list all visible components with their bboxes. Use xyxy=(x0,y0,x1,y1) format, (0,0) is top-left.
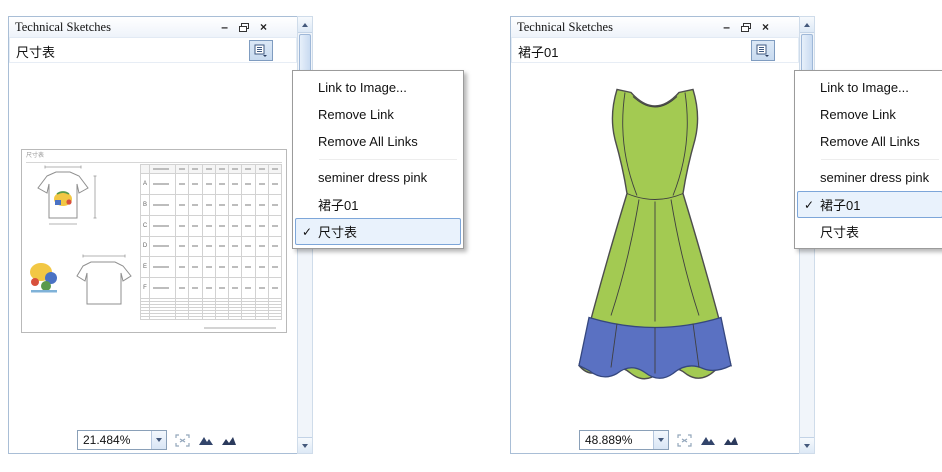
scroll-up-button[interactable] xyxy=(800,17,814,33)
scroll-down-button[interactable] xyxy=(800,437,814,453)
document-row: 尺寸表 xyxy=(9,38,297,63)
scroll-up-button[interactable] xyxy=(298,17,312,33)
menu-item-seminer-dress-pink[interactable]: seminer dress pink xyxy=(797,164,942,191)
measurement-table: A B C D E F xyxy=(140,164,282,320)
close-button[interactable]: × xyxy=(762,20,769,34)
zoom-dropdown-arrow[interactable] xyxy=(151,431,166,449)
window-buttons: – × xyxy=(221,19,267,35)
list-menu-icon xyxy=(254,44,268,57)
panel-titlebar[interactable]: Technical Sketches – × xyxy=(511,17,799,38)
row-letter: E xyxy=(141,257,150,278)
garment-sketches xyxy=(25,164,137,320)
row-letter: C xyxy=(141,215,150,236)
technical-sketches-panel-dress: Technical Sketches – × 裙子01 xyxy=(510,16,800,454)
sketch-view-dress[interactable] xyxy=(511,63,799,427)
document-row: 裙子01 xyxy=(511,38,799,63)
document-name: 尺寸表 xyxy=(16,42,55,61)
actual-size-icon[interactable] xyxy=(221,434,237,446)
menu-item-skirt-01[interactable]: 裙子01 xyxy=(295,191,461,218)
page-header: 尺寸表 xyxy=(26,151,282,163)
close-button[interactable]: × xyxy=(260,20,267,34)
scroll-down-button[interactable] xyxy=(298,437,312,453)
zoom-combobox[interactable]: 21.484% xyxy=(77,430,167,450)
menu-separator xyxy=(797,155,942,164)
zoom-value: 21.484% xyxy=(78,433,151,447)
window-buttons: – × xyxy=(723,19,769,35)
list-menu-icon xyxy=(756,44,770,57)
menu-item-remove-link[interactable]: Remove Link xyxy=(797,101,942,128)
link-menu-popup: Link to Image... Remove Link Remove All … xyxy=(292,70,464,249)
row-letter: F xyxy=(141,278,150,299)
dress-illustration xyxy=(565,73,745,413)
fit-to-window-icon[interactable] xyxy=(174,433,191,448)
menu-item-link-to-image[interactable]: Link to Image... xyxy=(295,74,461,101)
menu-item-skirt-01[interactable]: ✓ 裙子01 xyxy=(797,191,942,218)
menu-item-remove-all-links[interactable]: Remove All Links xyxy=(295,128,461,155)
artwork-thumbnail xyxy=(30,263,57,293)
zoom-combobox[interactable]: 48.889% xyxy=(579,430,669,450)
menu-item-remove-link[interactable]: Remove Link xyxy=(295,101,461,128)
restore-button[interactable] xyxy=(741,23,751,32)
minimize-button[interactable]: – xyxy=(723,20,730,34)
row-letter: A xyxy=(141,173,150,194)
menu-item-link-to-image[interactable]: Link to Image... xyxy=(797,74,942,101)
fit-to-window-icon[interactable] xyxy=(676,433,693,448)
link-menu-popup: Link to Image... Remove Link Remove All … xyxy=(794,70,942,249)
zoom-value: 48.889% xyxy=(580,433,653,447)
menu-item-size-chart[interactable]: 尺寸表 xyxy=(797,218,942,245)
fit-view-icon[interactable] xyxy=(198,434,214,446)
zoom-statusbar: 21.484% xyxy=(9,427,297,453)
document-name: 裙子01 xyxy=(518,42,558,61)
technical-sketches-panel-size-chart: Technical Sketches – × 尺寸表 尺寸表 xyxy=(8,16,298,454)
actual-size-icon[interactable] xyxy=(723,434,739,446)
zoom-dropdown-arrow[interactable] xyxy=(653,431,668,449)
sketch-view-size-chart[interactable]: 尺寸表 xyxy=(9,63,297,427)
menu-item-size-chart[interactable]: ✓ 尺寸表 xyxy=(295,218,461,245)
zoom-statusbar: 48.889% xyxy=(511,427,799,453)
size-chart-page: 尺寸表 xyxy=(21,149,287,333)
menu-separator xyxy=(295,155,461,164)
link-menu-button[interactable] xyxy=(751,40,775,61)
tee-print-graphic xyxy=(54,192,72,206)
minimize-button[interactable]: – xyxy=(221,20,228,34)
row-letter: D xyxy=(141,236,150,257)
tee-back-sketch xyxy=(77,262,131,304)
link-menu-button[interactable] xyxy=(249,40,273,61)
menu-item-remove-all-links[interactable]: Remove All Links xyxy=(797,128,942,155)
menu-item-seminer-dress-pink[interactable]: seminer dress pink xyxy=(295,164,461,191)
checkmark-icon: ✓ xyxy=(296,225,318,239)
panel-titlebar[interactable]: Technical Sketches – × xyxy=(9,17,297,38)
checkmark-icon: ✓ xyxy=(798,198,820,212)
page-footer-text xyxy=(204,327,276,329)
panel-title: Technical Sketches xyxy=(517,20,613,35)
application-canvas: { "panels": [ { "window_title": "Technic… xyxy=(0,0,942,472)
panel-title: Technical Sketches xyxy=(15,20,111,35)
fit-view-icon[interactable] xyxy=(700,434,716,446)
restore-button[interactable] xyxy=(239,23,249,32)
row-letter: B xyxy=(141,194,150,215)
